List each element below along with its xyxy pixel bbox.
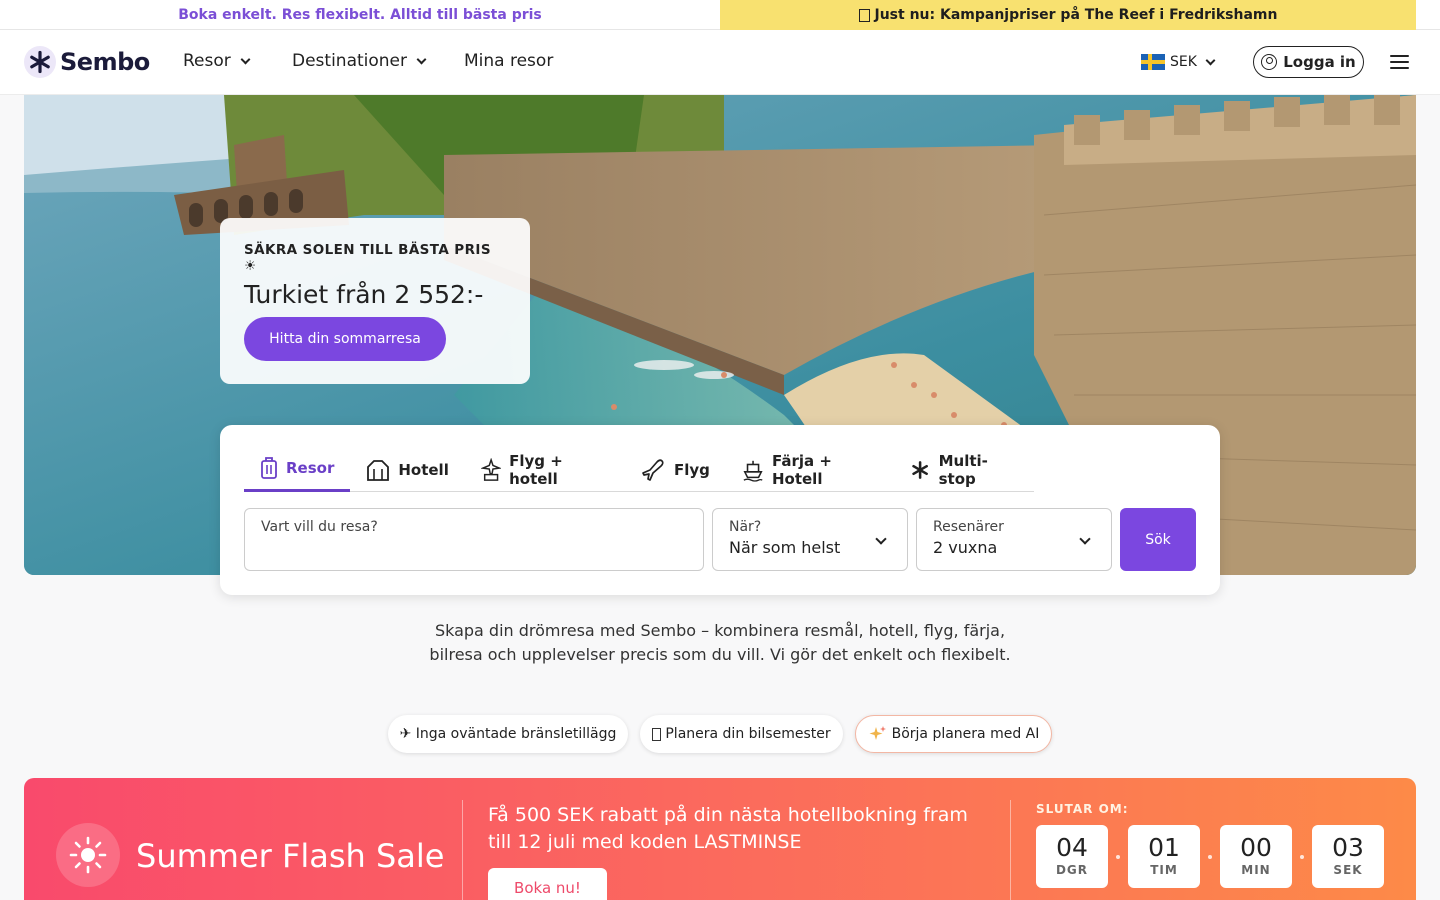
intro-text: Skapa din drömresa med Sembo – kombinera… xyxy=(429,621,1011,664)
search-button[interactable]: Sök xyxy=(1120,508,1196,571)
divider xyxy=(1010,800,1011,900)
site-header: Sembo Resor Destinationer Mina resor SEK… xyxy=(0,30,1440,95)
search-panel: Resor Hotell Flyg + hotell Flyg Färja + … xyxy=(220,425,1220,595)
destination-label: Vart vill du resa? xyxy=(261,519,378,535)
hero-promo-card: SÄKRA SOLEN TILL BÄSTA PRIS ☀ Turkiet fr… xyxy=(220,218,530,384)
login-button[interactable]: Logga in xyxy=(1253,46,1364,78)
countdown-separator xyxy=(1116,855,1120,859)
flash-sale-title: Summer Flash Sale xyxy=(136,837,445,875)
find-summer-trip-button[interactable]: Hitta din sommarresa xyxy=(244,317,446,361)
countdown-seconds-unit: SEK xyxy=(1333,863,1363,877)
chip-no-fuel-surcharge-label: ✈ Inga oväntade bränsletillägg xyxy=(399,726,617,742)
search-tabs: Resor Hotell Flyg + hotell Flyg Färja + … xyxy=(244,447,1034,492)
flash-sale-banner: Summer Flash Sale Få 500 SEK rabatt på d… xyxy=(24,778,1416,900)
tab-resor-label: Resor xyxy=(286,459,335,477)
tab-flyg-label: Flyg xyxy=(673,460,710,479)
chevron-down-icon xyxy=(240,54,251,64)
currency-label: SEK xyxy=(1170,54,1197,70)
banner-spacer xyxy=(1416,0,1440,30)
sun-icon xyxy=(56,823,120,887)
travellers-field[interactable]: Resenärer 2 vuxna xyxy=(916,508,1112,571)
countdown-minutes-unit: MIN xyxy=(1241,863,1271,877)
countdown-label: SLUTAR OM: xyxy=(1036,802,1129,816)
logo-wordmark: Sembo xyxy=(60,48,150,76)
top-announcement-bar: Boka enkelt. Res flexibelt. Alltid till … xyxy=(0,0,1440,30)
tab-hotell-label: Hotell xyxy=(398,460,449,479)
sparkle-icon xyxy=(869,726,886,740)
tagline-banner: Boka enkelt. Res flexibelt. Alltid till … xyxy=(0,0,720,30)
nav-destinationer-label: Destinationer xyxy=(292,51,407,71)
tab-flyg[interactable]: Flyg xyxy=(624,447,726,492)
sweden-flag-icon xyxy=(1141,54,1165,70)
suitcase-icon xyxy=(261,457,277,479)
chevron-down-icon xyxy=(1205,55,1216,65)
countdown-seconds: 03 SEK xyxy=(1312,825,1384,888)
promo-kicker: SÄKRA SOLEN TILL BÄSTA PRIS ☀ xyxy=(244,242,491,274)
countdown-minutes: 00 MIN xyxy=(1220,825,1292,888)
chevron-down-icon xyxy=(416,54,427,64)
travellers-value: 2 vuxna xyxy=(933,538,998,557)
tab-farja-hotell[interactable]: Färja + Hotell xyxy=(726,447,894,492)
countdown-days-value: 04 xyxy=(1056,833,1088,862)
tab-multi-stop[interactable]: Multi-stop xyxy=(894,447,1034,492)
hamburger-menu-icon[interactable] xyxy=(1390,55,1409,69)
ferry-icon xyxy=(743,460,763,482)
gift-icon xyxy=(858,8,870,22)
sembo-logo-icon xyxy=(24,46,56,78)
promo-title: Turkiet från 2 552:- xyxy=(244,280,484,309)
nav-mina-resor-label: Mina resor xyxy=(464,51,554,71)
login-label: Logga in xyxy=(1283,53,1356,71)
book-now-button[interactable]: Boka nu! xyxy=(488,868,607,900)
chip-plan-with-ai-label: Börja planera med AI xyxy=(891,726,1040,742)
campaign-banner[interactable]: Just nu: Kampanjpriser på The Reef i Fre… xyxy=(720,0,1416,30)
chip-plan-road-trip-label: Planera din bilsemester xyxy=(665,726,831,742)
chip-no-fuel-surcharge[interactable]: ✈ Inga oväntade bränsletillägg xyxy=(388,715,628,753)
flight-hotel-icon xyxy=(480,457,502,481)
user-icon xyxy=(1261,54,1278,70)
hotel-icon xyxy=(367,459,390,481)
countdown-separator xyxy=(1208,855,1212,859)
car-icon xyxy=(652,727,662,741)
campaign-text[interactable]: Just nu: Kampanjpriser på The Reef i Fre… xyxy=(875,7,1278,23)
nav-resor-label: Resor xyxy=(183,51,231,71)
when-value: När som helst xyxy=(729,538,841,557)
divider xyxy=(462,800,463,900)
countdown-hours-unit: TIM xyxy=(1150,863,1178,877)
currency-selector[interactable]: SEK xyxy=(1141,54,1216,70)
nav-resor[interactable]: Resor xyxy=(183,51,251,71)
tab-resor[interactable]: Resor xyxy=(244,447,351,492)
nav-mina-resor[interactable]: Mina resor xyxy=(464,51,553,71)
plane-icon xyxy=(642,458,664,481)
tab-multi-stop-label: Multi-stop xyxy=(938,451,988,488)
travellers-label: Resenärer xyxy=(933,519,1004,535)
countdown-hours-value: 01 xyxy=(1148,833,1180,862)
countdown-minutes-value: 00 xyxy=(1240,833,1272,862)
chip-plan-road-trip[interactable]: Planera din bilsemester xyxy=(640,715,843,753)
countdown-days: 04 DGR xyxy=(1036,825,1108,888)
nav-destinationer[interactable]: Destinationer xyxy=(292,51,427,71)
tab-farja-hotell-label: Färja + Hotell xyxy=(771,451,832,488)
countdown-seconds-value: 03 xyxy=(1332,833,1364,862)
when-field[interactable]: När? När som helst xyxy=(712,508,908,571)
tab-flyg-hotell[interactable]: Flyg + hotell xyxy=(465,447,624,492)
feature-chips: ✈ Inga oväntade bränsletillägg Planera d… xyxy=(0,715,1440,755)
destination-field[interactable]: Vart vill du resa? xyxy=(244,508,704,571)
flash-sale-message: Få 500 SEK rabatt på din nästa hotellbok… xyxy=(488,804,968,853)
countdown-days-unit: DGR xyxy=(1055,863,1089,877)
sembo-star-icon xyxy=(912,460,929,479)
chip-plan-with-ai[interactable]: Börja planera med AI xyxy=(855,715,1052,753)
when-label: När? xyxy=(729,519,762,535)
countdown-separator xyxy=(1300,855,1304,859)
tab-hotell[interactable]: Hotell xyxy=(350,447,465,492)
tab-flyg-hotell-label: Flyg + hotell xyxy=(509,451,563,488)
tagline-text: Boka enkelt. Res flexibelt. Alltid till … xyxy=(178,6,542,23)
countdown-hours: 01 TIM xyxy=(1128,825,1200,888)
sembo-logo[interactable]: Sembo xyxy=(24,46,150,78)
